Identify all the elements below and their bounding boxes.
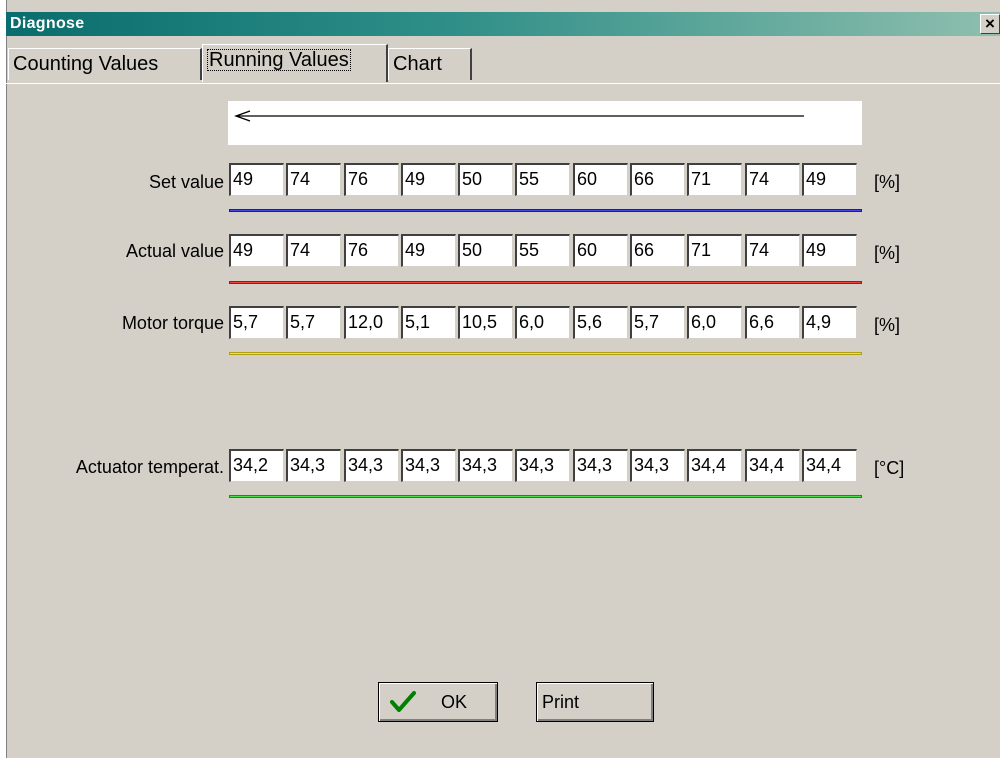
set-value-label: Set value bbox=[148, 172, 224, 192]
motor-torque-field[interactable]: 5,7 bbox=[286, 306, 341, 339]
actuator-temperature-color-line bbox=[229, 495, 862, 498]
motor-torque-field[interactable]: 5,7 bbox=[630, 306, 685, 339]
set-value-field[interactable]: 66 bbox=[630, 163, 685, 196]
tab-strip: Counting Values Running Values Chart bbox=[6, 44, 1000, 84]
set-value-unit: [%] bbox=[874, 172, 901, 192]
actuator-temperature-field[interactable]: 34,3 bbox=[458, 449, 513, 482]
ok-button[interactable]: OK bbox=[378, 682, 498, 722]
actual-value-field[interactable]: 74 bbox=[745, 234, 800, 267]
set-value-field[interactable]: 49 bbox=[401, 163, 456, 196]
arrow-left-icon bbox=[234, 110, 804, 122]
tab-counting-values[interactable]: Counting Values bbox=[8, 48, 202, 80]
actual-value-field[interactable]: 74 bbox=[286, 234, 341, 267]
motor-torque-label: Motor torque bbox=[121, 313, 224, 333]
actual-value-field[interactable]: 49 bbox=[802, 234, 857, 267]
set-value-field[interactable]: 49 bbox=[802, 163, 857, 196]
actuator-temperature-field[interactable]: 34,3 bbox=[515, 449, 570, 482]
actual-value-field[interactable]: 60 bbox=[573, 234, 628, 267]
motor-torque-field[interactable]: 6,0 bbox=[687, 306, 742, 339]
actual-value-field[interactable]: 76 bbox=[344, 234, 399, 267]
tab-label: Counting Values bbox=[13, 53, 159, 75]
actuator-temperature-field[interactable]: 34,2 bbox=[229, 449, 284, 482]
actual-value-field[interactable]: 71 bbox=[687, 234, 742, 267]
set-value-field[interactable]: 55 bbox=[515, 163, 570, 196]
motor-torque-field[interactable]: 5,1 bbox=[401, 306, 456, 339]
set-value-field[interactable]: 74 bbox=[286, 163, 341, 196]
set-value-field[interactable]: 74 bbox=[745, 163, 800, 196]
actuator-temperature-field[interactable]: 34,3 bbox=[401, 449, 456, 482]
direction-indicator bbox=[228, 101, 862, 145]
tab-running-values[interactable]: Running Values bbox=[202, 44, 388, 82]
actual-value-field[interactable]: 50 bbox=[458, 234, 513, 267]
window-title: Diagnose bbox=[10, 15, 85, 32]
actual-value-field[interactable]: 49 bbox=[401, 234, 456, 267]
set-value-field[interactable]: 71 bbox=[687, 163, 742, 196]
actual-value-unit: [%] bbox=[874, 243, 901, 263]
set-value-field[interactable]: 49 bbox=[229, 163, 284, 196]
actuator-temperature-field[interactable]: 34,3 bbox=[573, 449, 628, 482]
actuator-temperature-field[interactable]: 34,3 bbox=[286, 449, 341, 482]
motor-torque-field[interactable]: 5,6 bbox=[573, 306, 628, 339]
motor-torque-field[interactable]: 6,0 bbox=[515, 306, 570, 339]
title-bar: Diagnose × bbox=[6, 12, 1000, 36]
actual-value-field[interactable]: 49 bbox=[229, 234, 284, 267]
set-value-color-line bbox=[229, 209, 862, 212]
actual-value-field[interactable]: 66 bbox=[630, 234, 685, 267]
ok-label: OK bbox=[441, 692, 468, 712]
actuator-temperature-field[interactable]: 34,3 bbox=[344, 449, 399, 482]
tab-label: Chart bbox=[393, 53, 442, 75]
actual-value-color-line bbox=[229, 281, 862, 284]
set-value-field[interactable]: 50 bbox=[458, 163, 513, 196]
tab-chart[interactable]: Chart bbox=[388, 48, 472, 80]
motor-torque-field[interactable]: 10,5 bbox=[458, 306, 513, 339]
print-button[interactable]: Print bbox=[536, 682, 654, 722]
actuator-temperature-label: Actuator temperat. bbox=[75, 457, 224, 477]
motor-torque-field[interactable]: 12,0 bbox=[344, 306, 399, 339]
actuator-temperature-field[interactable]: 34,4 bbox=[802, 449, 857, 482]
actuator-temperature-field[interactable]: 34,4 bbox=[745, 449, 800, 482]
tab-divider bbox=[6, 83, 1000, 84]
actuator-temperature-unit: [°C] bbox=[874, 458, 905, 478]
print-label: Print bbox=[542, 692, 580, 712]
actuator-temperature-field[interactable]: 34,3 bbox=[630, 449, 685, 482]
motor-torque-field[interactable]: 6,6 bbox=[745, 306, 800, 339]
actuator-temperature-field[interactable]: 34,4 bbox=[687, 449, 742, 482]
motor-torque-field[interactable]: 4,9 bbox=[802, 306, 857, 339]
set-value-field[interactable]: 60 bbox=[573, 163, 628, 196]
motor-torque-unit: [%] bbox=[874, 315, 901, 335]
actual-value-field[interactable]: 55 bbox=[515, 234, 570, 267]
motor-torque-field[interactable]: 5,7 bbox=[229, 306, 284, 339]
tab-label: Running Values bbox=[207, 49, 351, 71]
checkmark-icon bbox=[390, 691, 416, 712]
actual-value-label: Actual value bbox=[125, 241, 224, 261]
close-button[interactable]: × bbox=[980, 14, 1000, 34]
motor-torque-color-line bbox=[229, 352, 862, 355]
window-left-edge bbox=[0, 0, 7, 758]
set-value-field[interactable]: 76 bbox=[344, 163, 399, 196]
